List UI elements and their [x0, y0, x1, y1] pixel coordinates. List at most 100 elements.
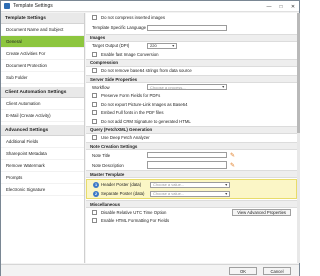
embed-fonts-label: Embed Full fonts in the PDF files	[101, 110, 164, 116]
separate-poster-row: 2 Separate Poster (data) Choose a value.…	[87, 189, 296, 198]
preserve-form-fields-label: Preserve Form Fields for PDFs	[101, 93, 161, 99]
close-icon[interactable]: ✕	[287, 1, 299, 12]
disable-utc-checkbox[interactable]	[92, 209, 97, 215]
header-poster-label: Header Poster (data)	[101, 182, 142, 187]
pencil-icon[interactable]: ✎	[229, 152, 236, 159]
no-base64-row: Do not remove base64 strings from data s…	[86, 67, 297, 76]
section-images: Images	[86, 33, 297, 42]
step-badge-2: 2	[93, 190, 99, 197]
disable-utc-row: Disable Relative UTC Time Option View Ad…	[86, 208, 297, 217]
header-poster-select[interactable]: Choose a value... ▼	[150, 181, 230, 188]
fast-image-checkbox[interactable]	[92, 51, 97, 57]
section-query: Query (FetchXML) Generation	[86, 125, 297, 134]
chevron-down-icon: ▼	[224, 191, 228, 196]
app-icon	[4, 3, 10, 9]
chevron-down-icon: ▼	[171, 43, 175, 48]
note-title-label: Note Title	[92, 152, 111, 158]
no-crm-signature-label: Do not add CRM Signature to generated HT…	[101, 118, 191, 124]
note-title-input[interactable]	[147, 152, 227, 158]
chevron-down-icon: ▼	[224, 182, 228, 187]
sidebar-item-general[interactable]: General	[1, 36, 84, 48]
note-description-input[interactable]	[147, 161, 227, 169]
compress-images-checkbox[interactable]	[92, 14, 97, 20]
section-note-creation: Note Creation Settings	[86, 142, 297, 150]
sidebar-item-sub-folder[interactable]: Sub Folder	[1, 72, 84, 84]
section-compression: Compression	[86, 58, 297, 67]
sidebar-item-additional-fields[interactable]: Additional Fields	[1, 136, 84, 148]
target-output-select[interactable]: 220 ▼	[147, 42, 177, 49]
sidebar-item-remove-watermark[interactable]: Remove Watermark	[1, 160, 84, 172]
fast-image-row: Enable fast Image Conversion	[86, 50, 297, 59]
sidebar-group-advanced-settings: Advanced Settings	[1, 125, 84, 136]
target-output-value: 220	[150, 43, 157, 49]
sidebar-item-client-automation[interactable]: Client Automation	[1, 98, 84, 110]
html-formatting-label: Enable HTML Formatting For Fields	[101, 218, 170, 224]
compress-images-row: Do not compress inserted images	[86, 13, 297, 22]
cancel-button[interactable]: Cancel	[263, 267, 291, 275]
no-crm-signature-row: Do not add CRM Signature to generated HT…	[86, 117, 297, 126]
scrollbar-thumb[interactable]	[297, 13, 300, 133]
ok-button[interactable]: OK	[229, 267, 257, 275]
view-advanced-properties-button[interactable]: View Advanced Properties	[232, 208, 291, 216]
settings-content: Do not compress inserted images Template…	[86, 13, 297, 263]
sidebar-item-create-activities[interactable]: Create Activities For	[1, 48, 84, 60]
no-crm-signature-checkbox[interactable]	[92, 118, 97, 124]
workflow-placeholder: Choose a process...	[150, 84, 186, 90]
html-formatting-checkbox[interactable]	[92, 218, 97, 224]
template-settings-window: Template Settings — □ ✕ Template Setting…	[0, 0, 300, 276]
disable-utc-group: Disable Relative UTC Time Option	[92, 209, 167, 215]
section-server-side: Server Side Properties	[86, 75, 297, 83]
html-formatting-row: Enable HTML Formatting For Fields	[86, 217, 297, 226]
sidebar-group-client-automation: Client Automation Settings	[1, 87, 84, 98]
target-output-row: Target Output (DPI) 220 ▼	[86, 42, 297, 51]
maximize-icon[interactable]: □	[275, 1, 287, 12]
sidebar-item-sharepoint-metadata[interactable]: Sharepoint Metadata	[1, 148, 84, 160]
separate-poster-select[interactable]: Choose a value... ▼	[150, 190, 230, 197]
sidebar-group-template-settings: Template Settings	[1, 13, 84, 24]
window-title: Template Settings	[13, 3, 53, 9]
preserve-form-fields-row: Preserve Form Fields for PDFs	[86, 92, 297, 101]
section-miscellaneous: Miscellaneous	[86, 200, 297, 208]
disable-utc-label: Disable Relative UTC Time Option	[101, 209, 167, 215]
no-export-base64-label: Do not export Picture-Link Images as Bas…	[101, 101, 188, 107]
step-badge-1: 1	[93, 181, 99, 188]
no-base64-checkbox[interactable]	[92, 68, 97, 74]
title-bar: Template Settings — □ ✕	[1, 1, 299, 12]
settings-sidebar: Template Settings Document Name and Subj…	[1, 13, 85, 263]
minimize-icon[interactable]: —	[263, 1, 275, 12]
sidebar-item-document-name[interactable]: Document Name and Subject	[1, 24, 84, 36]
workflow-select[interactable]: Choose a process... ▼	[147, 84, 227, 91]
no-export-base64-checkbox[interactable]	[92, 101, 97, 107]
deep-fetch-checkbox[interactable]	[92, 135, 97, 141]
embed-fonts-row: Embed Full fonts in the PDF files	[86, 109, 297, 118]
no-export-base64-row: Do not export Picture-Link Images as Bas…	[86, 100, 297, 109]
content-scrollbar[interactable]	[297, 13, 300, 263]
template-language-input[interactable]	[147, 24, 227, 31]
deep-fetch-row: Use Deep Fetch Analyzer	[86, 134, 297, 143]
preserve-form-fields-checkbox[interactable]	[92, 93, 97, 99]
no-base64-label: Do not remove base64 strings from data s…	[101, 68, 192, 74]
embed-fonts-checkbox[interactable]	[92, 110, 97, 116]
sidebar-item-email-create-activity[interactable]: E-Mail (Create Activity)	[1, 110, 84, 122]
workflow-label: Workflow	[92, 84, 110, 90]
master-template-highlight: 1 Header Poster (data) Choose a value...…	[86, 179, 297, 199]
header-poster-placeholder: Choose a value...	[153, 182, 185, 187]
target-output-label: Target Output (DPI)	[92, 43, 130, 49]
header-poster-row: 1 Header Poster (data) Choose a value...…	[87, 180, 296, 189]
chevron-down-icon: ▼	[221, 85, 225, 90]
fast-image-label: Enable fast Image Conversion	[101, 51, 159, 57]
sidebar-item-electronic-signature[interactable]: Electronic Signature	[1, 184, 84, 196]
dialog-footer: OK Cancel	[1, 264, 299, 276]
separate-poster-label: Separate Poster (data)	[101, 191, 145, 196]
section-master-template: Master Template	[86, 170, 297, 178]
note-description-label: Note Description	[92, 162, 124, 168]
workflow-row: Workflow Choose a process... ▼	[86, 83, 297, 92]
compress-images-label: Do not compress inserted images	[101, 14, 166, 20]
sidebar-item-prompts[interactable]: Prompts	[1, 172, 84, 184]
separate-poster-placeholder: Choose a value...	[153, 191, 185, 196]
sidebar-item-document-protection[interactable]: Document Protection	[1, 60, 84, 72]
note-description-row: Note Description ✎	[86, 160, 297, 170]
pencil-icon[interactable]: ✎	[229, 162, 236, 169]
template-language-label: Template Specific Language	[92, 25, 146, 30]
template-language-row: Template Specific Language	[86, 22, 297, 34]
